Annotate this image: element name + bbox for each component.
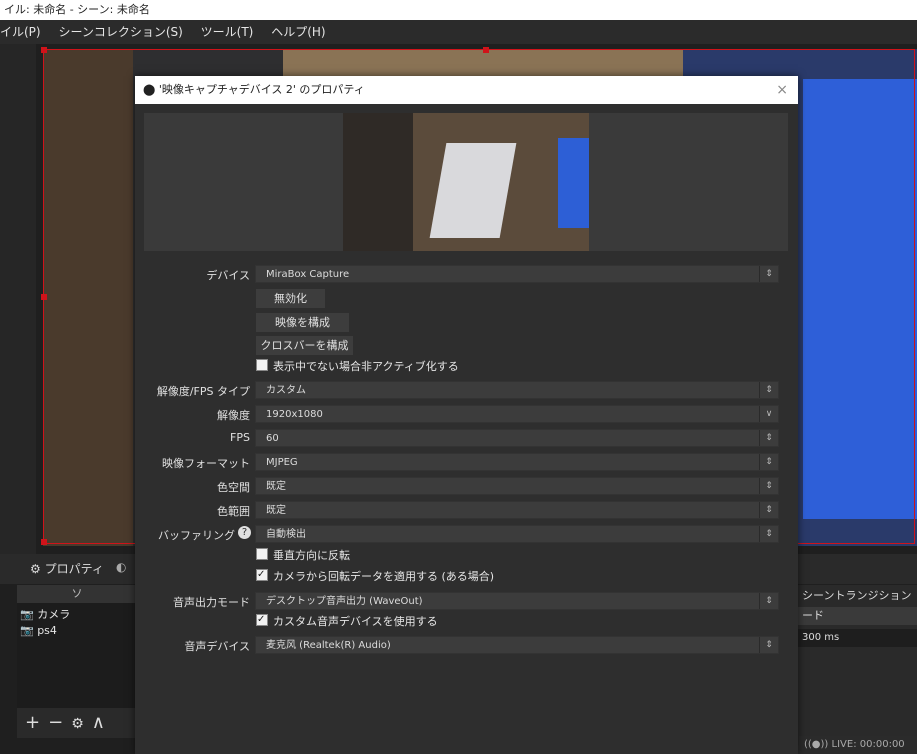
source-item[interactable]: 📷 カメラ bbox=[20, 606, 130, 622]
menu-help[interactable]: ヘルプ(H) bbox=[271, 25, 325, 39]
fps-select[interactable]: 60 ⇕ bbox=[255, 429, 779, 447]
checkbox-box bbox=[256, 548, 268, 560]
close-icon[interactable]: × bbox=[776, 76, 788, 104]
sources-toolbar: + − ⚙ ∧ bbox=[17, 708, 137, 738]
spinner-icon: ⇕ bbox=[759, 430, 778, 446]
dialog-title: '映像キャプチャデバイス 2' のプロパティ bbox=[158, 83, 365, 96]
resize-handle[interactable] bbox=[483, 47, 489, 53]
colorspace-select[interactable]: 既定 ⇕ bbox=[255, 477, 779, 495]
spinner-icon: ⇕ bbox=[759, 382, 778, 398]
duration-field[interactable]: 300 ms bbox=[798, 629, 917, 647]
status-bar: ((●)) LIVE: 00:00:00 bbox=[798, 736, 917, 754]
obs-logo-icon: ⬤ bbox=[143, 83, 156, 96]
configure-crossbar-button[interactable]: クロスバーを構成 bbox=[256, 336, 353, 355]
resize-handle[interactable] bbox=[41, 294, 47, 300]
window-titlebar: イル: 未命名 - シーン: 未命名 bbox=[0, 0, 917, 20]
add-icon[interactable]: + bbox=[25, 712, 40, 733]
menu-bar: イル(P) シーンコレクション(S) ツール(T) ヘルプ(H) bbox=[0, 20, 917, 44]
device-label: デバイス bbox=[206, 269, 250, 282]
checkbox-box bbox=[256, 359, 268, 371]
source-item[interactable]: 📷 ps4 bbox=[20, 624, 130, 637]
spinner-icon: ⇕ bbox=[759, 502, 778, 518]
spinner-icon: ⇕ bbox=[759, 526, 778, 542]
video-format-select[interactable]: MJPEG ⇕ bbox=[255, 453, 779, 471]
resolution-label: 解像度 bbox=[217, 409, 250, 422]
menu-file[interactable]: イル(P) bbox=[0, 25, 41, 39]
gear-icon: ⚙ bbox=[30, 562, 41, 576]
camera-icon: 📷 bbox=[20, 624, 34, 637]
audio-mode-label: 音声出力モード bbox=[173, 596, 250, 609]
preview-laptop bbox=[429, 143, 517, 238]
properties-button[interactable]: ⚙ プロパティ bbox=[30, 560, 104, 577]
deactivate-checkbox[interactable]: 表示中でない場合非アクティブ化する bbox=[256, 359, 459, 375]
resolution-combo[interactable]: 1920x1080 ∨ bbox=[255, 405, 779, 423]
sources-header: ソ bbox=[17, 585, 137, 603]
resize-handle[interactable] bbox=[41, 47, 47, 53]
transition-select[interactable]: ード bbox=[798, 607, 917, 625]
flip-vertical-checkbox[interactable]: 垂直方向に反転 bbox=[256, 548, 350, 564]
resize-handle[interactable] bbox=[41, 539, 47, 545]
apply-rotation-checkbox[interactable]: カメラから回転データを適用する (ある場合) bbox=[256, 567, 494, 585]
filter-icon[interactable]: ◐ bbox=[116, 560, 126, 574]
checkbox-box bbox=[256, 567, 268, 583]
colorrange-label: 色範囲 bbox=[217, 505, 250, 518]
sources-panel bbox=[17, 585, 137, 710]
audio-device-select[interactable]: 麦克风 (Realtek(R) Audio) ⇕ bbox=[255, 636, 779, 654]
gear-icon[interactable]: ⚙ bbox=[71, 716, 84, 732]
live-icon: ((●)) bbox=[804, 739, 829, 750]
res-type-select[interactable]: カスタム ⇕ bbox=[255, 381, 779, 399]
preview-image-region bbox=[343, 113, 413, 251]
transition-header: シーントランジション bbox=[802, 589, 912, 602]
menu-scene-collection[interactable]: シーンコレクション(S) bbox=[58, 25, 182, 39]
audio-device-label: 音声デバイス bbox=[184, 640, 250, 653]
disable-button[interactable]: 無効化 bbox=[256, 289, 325, 308]
remove-icon[interactable]: − bbox=[48, 712, 63, 733]
spinner-icon: ⇕ bbox=[759, 266, 778, 282]
camera-icon: 📷 bbox=[20, 608, 34, 621]
colorspace-label: 色空間 bbox=[217, 481, 250, 494]
custom-audio-checkbox[interactable]: カスタム音声デバイスを使用する bbox=[256, 612, 438, 630]
fps-label: FPS bbox=[230, 431, 250, 444]
dialog-titlebar: ⬤ '映像キャプチャデバイス 2' のプロパティ × bbox=[135, 76, 798, 104]
colorrange-select[interactable]: 既定 ⇕ bbox=[255, 501, 779, 519]
spinner-icon: ⇕ bbox=[759, 637, 778, 653]
preview-person-shirt bbox=[558, 138, 589, 228]
spinner-icon: ⇕ bbox=[759, 478, 778, 494]
video-format-label: 映像フォーマット bbox=[162, 457, 250, 470]
help-icon[interactable]: ? bbox=[238, 526, 251, 539]
spinner-icon: ⇕ bbox=[759, 454, 778, 470]
buffering-label: バッファリング bbox=[158, 529, 235, 542]
spinner-icon: ⇕ bbox=[759, 593, 778, 609]
dialog-preview-image bbox=[343, 113, 589, 251]
buffering-select[interactable]: 自動検出 ⇕ bbox=[255, 525, 779, 543]
menu-tools[interactable]: ツール(T) bbox=[201, 25, 254, 39]
configure-video-button[interactable]: 映像を構成 bbox=[256, 313, 349, 332]
scene-transition-panel: シーントランジション ード 300 ms bbox=[798, 585, 917, 745]
audio-mode-select[interactable]: デスクトップ音声出力 (WaveOut) ⇕ bbox=[255, 592, 779, 610]
chevron-down-icon: ∨ bbox=[759, 406, 778, 422]
checkbox-box bbox=[256, 612, 268, 628]
device-select[interactable]: MiraBox Capture ⇕ bbox=[255, 265, 779, 283]
res-type-label: 解像度/FPS タイプ bbox=[156, 385, 250, 398]
move-up-icon[interactable]: ∧ bbox=[92, 712, 105, 733]
left-gutter bbox=[0, 44, 36, 554]
